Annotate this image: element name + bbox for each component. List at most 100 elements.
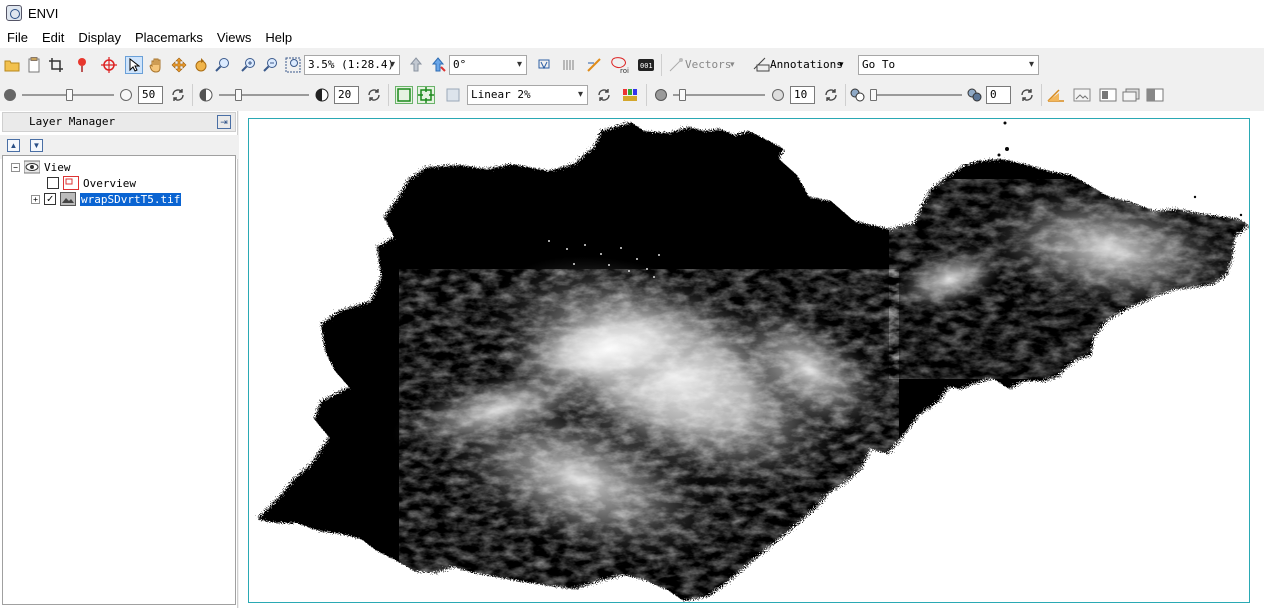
- swipe-icon[interactable]: [560, 56, 578, 74]
- annotations-icon[interactable]: [752, 56, 770, 74]
- blend-icon[interactable]: [1099, 86, 1117, 104]
- sharpen-slider[interactable]: [673, 89, 765, 101]
- toolbar-separator: [845, 84, 846, 106]
- contrast-low-icon: [197, 86, 215, 104]
- window-title: ENVI: [28, 5, 59, 21]
- chevron-down-icon: ▾: [577, 89, 583, 100]
- menu-placemarks[interactable]: Placemarks: [128, 30, 210, 45]
- brightness-high-icon: [120, 89, 132, 101]
- reset-contrast-icon[interactable]: [365, 86, 383, 104]
- tree-label-raster-layer: wrapSDvrtT5.tif: [80, 192, 182, 206]
- raster-layer-icon: [60, 192, 76, 206]
- sharpen-value-field[interactable]: 10: [790, 86, 815, 104]
- sharpen-low-icon: [655, 89, 667, 101]
- menu-help[interactable]: Help: [258, 30, 299, 45]
- brightness-value-field[interactable]: 50: [138, 86, 163, 104]
- fly-icon[interactable]: [170, 56, 188, 74]
- menu-bar: File Edit Display Placemarks Views Help: [0, 26, 1264, 48]
- main-toolbar: 3.5% (1:28.4) ▾ 0° ▾ roi 001 Vectors ▾ Ann…: [0, 50, 1264, 80]
- zoom-full-extent-icon[interactable]: [284, 56, 302, 74]
- brightness-low-icon: [4, 89, 16, 101]
- pan-hand-icon[interactable]: [147, 56, 165, 74]
- brightness-slider-thumb[interactable]: [66, 89, 73, 101]
- title-bar: ENVI: [0, 0, 1264, 26]
- open-folder-icon[interactable]: [3, 56, 21, 74]
- flicker-icon[interactable]: [1122, 86, 1140, 104]
- vectors-icon[interactable]: [667, 56, 685, 74]
- svg-text:001: 001: [640, 62, 653, 70]
- goto-combo[interactable]: Go To ▾: [858, 55, 1039, 75]
- rotation-angle-combo[interactable]: 0° ▾: [449, 55, 527, 75]
- contrast-value-field[interactable]: 20: [334, 86, 359, 104]
- tree-node-overview[interactable]: Overview: [47, 175, 136, 191]
- portal-icon[interactable]: [1047, 86, 1065, 104]
- tree-node-raster-layer[interactable]: + ✓ wrapSDvrtT5.tif: [31, 191, 182, 207]
- chevron-down-icon: ▾: [730, 60, 735, 70]
- reset-sharpen-icon[interactable]: [822, 86, 840, 104]
- toolbar-separator: [646, 84, 647, 106]
- envi-app-icon: [6, 5, 22, 21]
- display-toolbar: 50 20 Linear 2% ▾ 10 0: [0, 80, 1264, 110]
- chevron-down-icon: ▾: [389, 59, 395, 70]
- rotate-icon[interactable]: [192, 56, 210, 74]
- chevron-down-icon: ▾: [1028, 59, 1034, 70]
- view-frame[interactable]: [248, 118, 1250, 603]
- reset-stretch-icon[interactable]: [595, 86, 613, 104]
- swipe-view-icon[interactable]: [1146, 86, 1164, 104]
- crosshair-icon[interactable]: [100, 56, 118, 74]
- annotations-menu-label[interactable]: Annotations: [770, 56, 843, 74]
- move-layer-up-icon[interactable]: ▲: [7, 139, 20, 152]
- vectors-menu-label[interactable]: Vectors: [685, 56, 731, 74]
- toolbar-separator: [192, 84, 193, 106]
- dem-raster-image[interactable]: [249, 119, 1250, 603]
- contrast-slider-thumb[interactable]: [235, 89, 242, 101]
- chevron-down-icon: ▾: [516, 59, 522, 70]
- data-value-icon[interactable]: 001: [637, 56, 655, 74]
- overview-checkbox[interactable]: [47, 177, 59, 189]
- reset-brightness-icon[interactable]: [169, 86, 187, 104]
- stretch-view-icon[interactable]: [417, 86, 435, 104]
- sharpen-slider-thumb[interactable]: [679, 89, 686, 101]
- overview-layer-icon: [63, 176, 79, 190]
- zoom-tool-icon[interactable]: [214, 56, 232, 74]
- measure-icon[interactable]: [585, 56, 603, 74]
- transparency-slider[interactable]: [870, 89, 962, 101]
- color-table-icon[interactable]: [621, 86, 639, 104]
- menu-file[interactable]: File: [0, 30, 35, 45]
- transparency-value-field[interactable]: 0: [986, 86, 1011, 104]
- cursor-value-icon[interactable]: [535, 56, 553, 74]
- goto-input[interactable]: Go To: [862, 58, 895, 71]
- roi-tool-icon[interactable]: roi: [611, 56, 629, 74]
- raster-layer-checkbox[interactable]: ✓: [44, 193, 56, 205]
- pin-icon[interactable]: [73, 56, 91, 74]
- dock-panel-icon[interactable]: ⇥: [217, 115, 231, 129]
- select-arrow-icon[interactable]: [125, 56, 143, 74]
- zoom-out-icon[interactable]: [262, 56, 280, 74]
- stretch-type-combo[interactable]: Linear 2% ▾: [467, 85, 588, 105]
- tree-label-view: View: [44, 160, 71, 174]
- reset-transparency-icon[interactable]: [1018, 86, 1036, 104]
- brightness-slider[interactable]: [22, 89, 114, 101]
- layer-manager-panel: Layer Manager ⇥ ▲ ▼ − View Overview + ✓ …: [0, 111, 238, 608]
- rotate-north-icon[interactable]: [407, 56, 425, 74]
- stretch-full-icon[interactable]: [395, 86, 413, 104]
- crop-icon[interactable]: [47, 56, 65, 74]
- menu-edit[interactable]: Edit: [35, 30, 71, 45]
- zoom-level-combo[interactable]: 3.5% (1:28.4) ▾: [304, 55, 400, 75]
- chip-view-icon[interactable]: [1073, 86, 1091, 104]
- tree-node-view[interactable]: − View: [11, 159, 71, 175]
- image-view-area[interactable]: [239, 111, 1264, 608]
- zoom-in-icon[interactable]: [240, 56, 258, 74]
- layer-tree: − View Overview + ✓ wrapSDvrtT5.tif: [2, 155, 236, 605]
- rotation-angle-value: 0°: [453, 58, 467, 71]
- layer-manager-title: Layer Manager: [29, 115, 116, 128]
- collapse-icon[interactable]: −: [11, 162, 20, 172]
- contrast-slider[interactable]: [219, 89, 309, 101]
- transparency-slider-thumb[interactable]: [870, 89, 877, 101]
- menu-views[interactable]: Views: [210, 30, 258, 45]
- menu-display[interactable]: Display: [71, 30, 128, 45]
- rotate-view-icon[interactable]: [429, 56, 447, 74]
- expand-icon[interactable]: +: [31, 194, 40, 204]
- data-manager-icon[interactable]: [25, 56, 43, 74]
- move-layer-down-icon[interactable]: ▼: [30, 139, 43, 152]
